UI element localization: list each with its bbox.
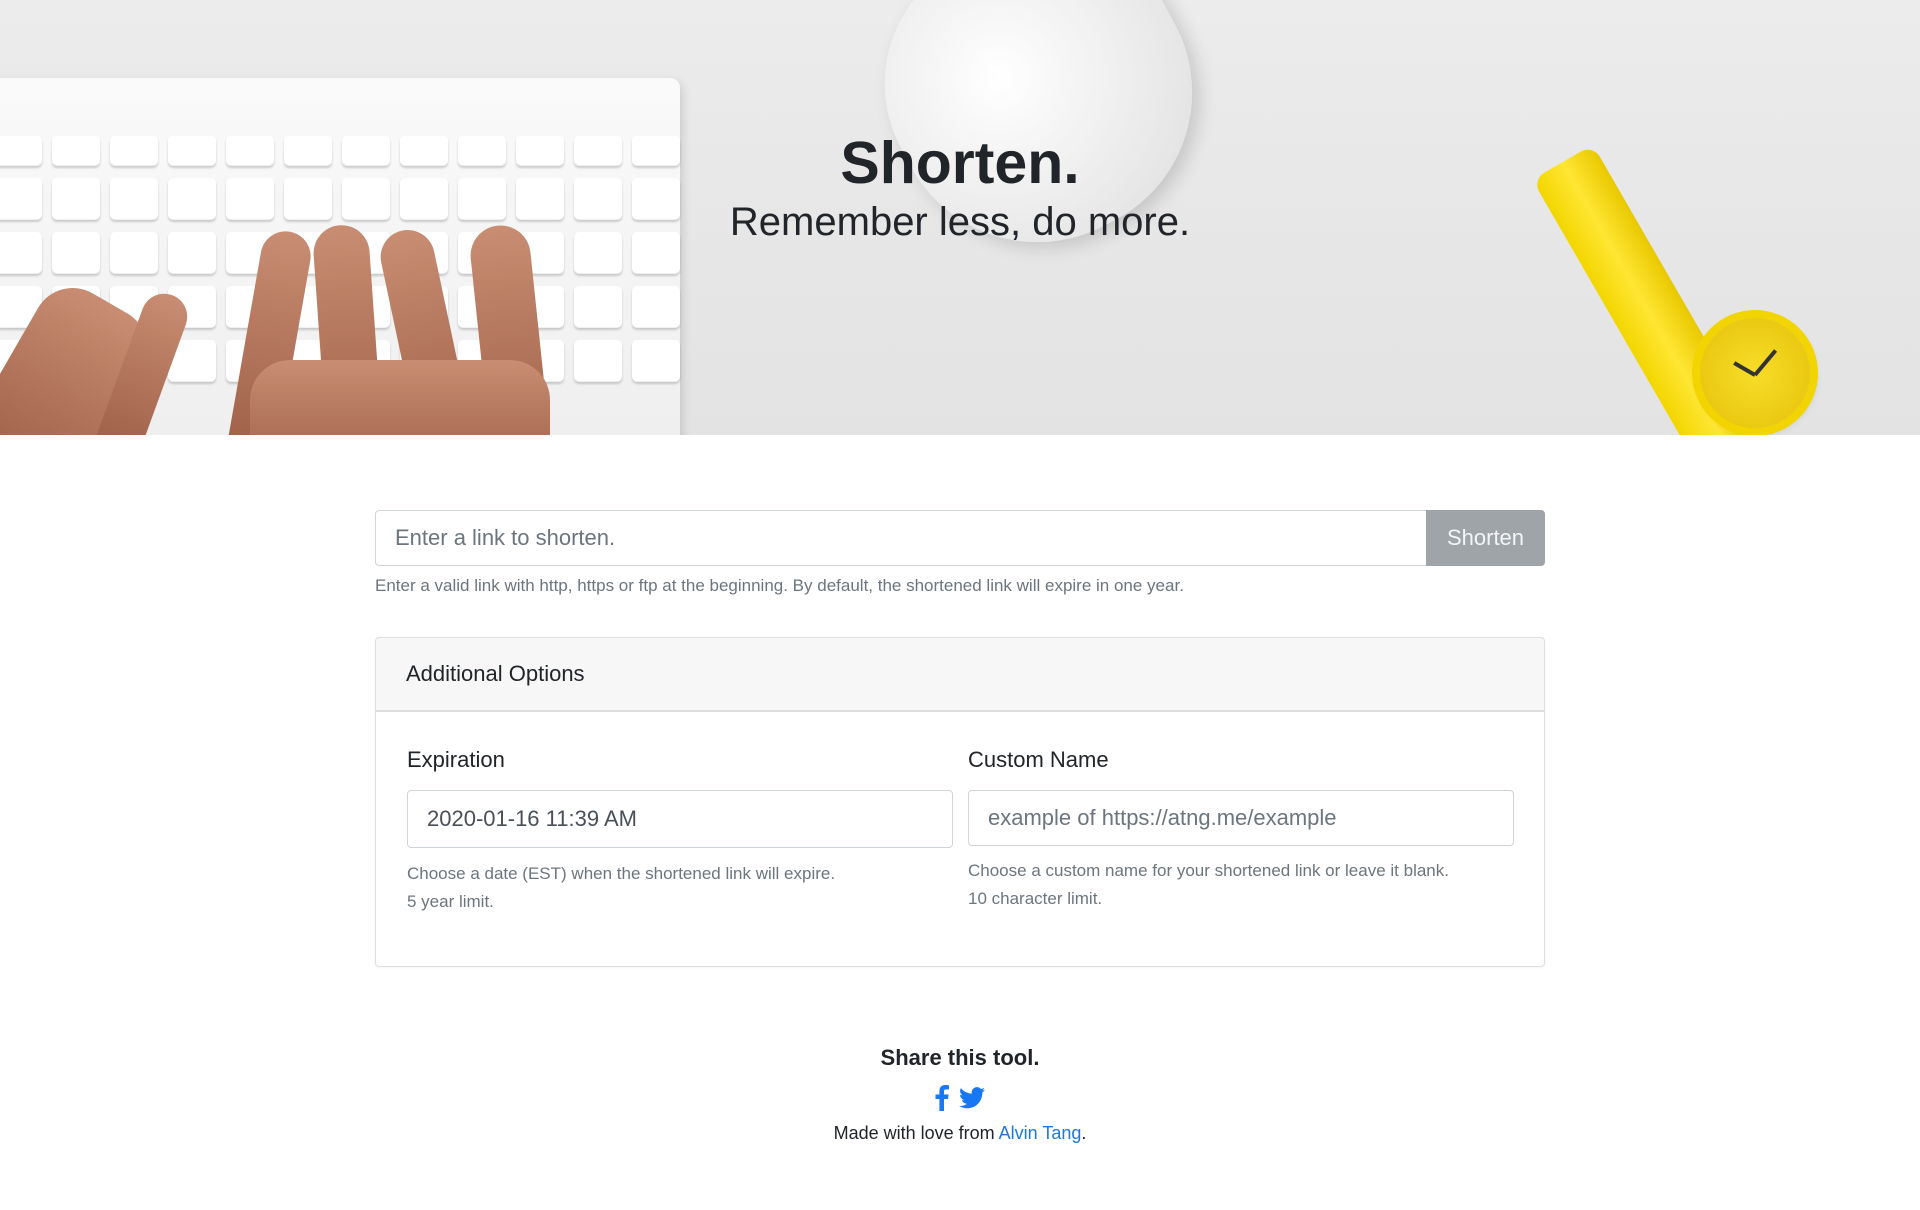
shorten-button[interactable]: Shorten <box>1426 510 1545 566</box>
additional-options-header[interactable]: Additional Options <box>376 638 1544 712</box>
author-link[interactable]: Alvin Tang <box>999 1123 1082 1143</box>
custom-name-label: Custom Name <box>968 747 1109 772</box>
shorten-input-group: Shorten <box>375 510 1545 566</box>
url-help-text: Enter a valid link with http, https or f… <box>375 576 1184 595</box>
custom-name-help: Choose a custom name for your shortened … <box>968 857 1449 913</box>
expiration-label: Expiration <box>407 747 505 772</box>
page-title: Shorten. <box>840 130 1080 196</box>
additional-options-card: Additional Options Expiration Choose a d… <box>375 637 1545 967</box>
hero-text: Shorten. Remember less, do more. <box>0 130 1920 246</box>
made-with-suffix: . <box>1081 1123 1087 1143</box>
url-input[interactable] <box>375 510 1426 566</box>
custom-name-input[interactable] <box>968 790 1514 846</box>
hero-banner: Shorten. Remember less, do more. <box>0 0 1920 435</box>
watch-face <box>1700 318 1810 428</box>
made-with-text: Made with love from Alvin Tang. <box>0 1123 1920 1144</box>
custom-name-help-line2: 10 character limit. <box>968 889 1103 908</box>
expiration-input[interactable] <box>407 790 953 848</box>
expiration-help-line2: 5 year limit. <box>407 892 494 911</box>
expiration-help: Choose a date (EST) when the shortened l… <box>407 860 835 916</box>
social-links <box>0 1083 1920 1113</box>
custom-name-help-line1: Choose a custom name for your shortened … <box>968 861 1449 880</box>
facebook-icon[interactable] <box>935 1085 949 1111</box>
twitter-icon[interactable] <box>959 1087 985 1109</box>
additional-options-body: Expiration Choose a date (EST) when the … <box>376 712 1544 962</box>
footer: Share this tool. Made with love from Alv… <box>0 1045 1920 1144</box>
share-title: Share this tool. <box>880 1045 1040 1070</box>
expiration-help-line1: Choose a date (EST) when the shortened l… <box>407 864 836 883</box>
page-subtitle: Remember less, do more. <box>729 199 1191 244</box>
made-with-prefix: Made with love from <box>833 1123 999 1143</box>
